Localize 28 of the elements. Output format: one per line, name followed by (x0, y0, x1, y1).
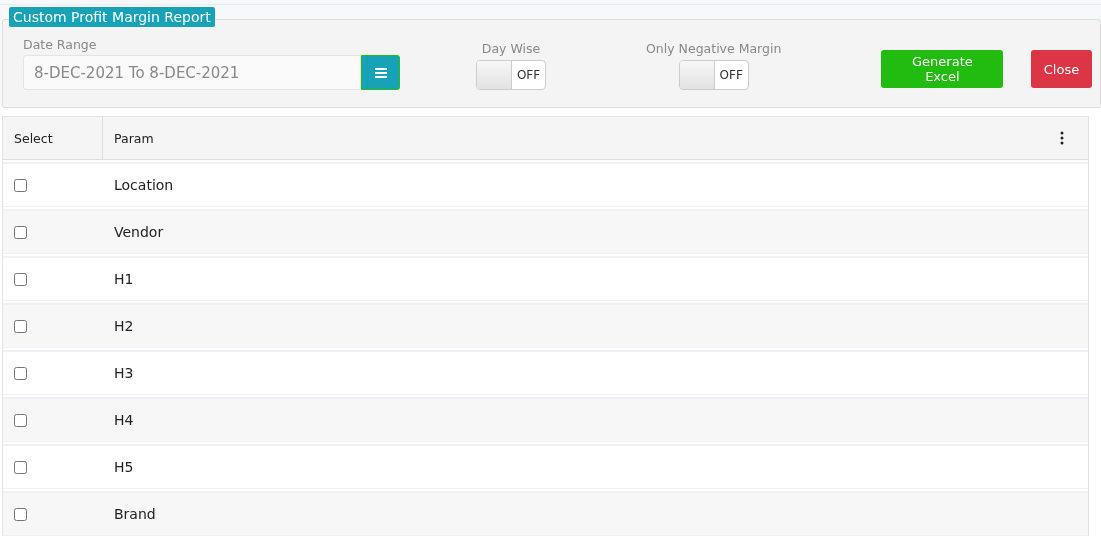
table-cell: H2 (114, 318, 134, 334)
more-options-icon[interactable] (1060, 131, 1064, 145)
row-checkbox[interactable] (14, 507, 27, 521)
row-checkbox[interactable] (14, 413, 27, 427)
table-cell: H5 (114, 459, 134, 475)
date-range-label: Date Range (23, 37, 98, 52)
table-cell: Location (114, 177, 174, 193)
toggle-label: Day Wise (481, 41, 541, 56)
row-checkbox[interactable] (14, 225, 27, 239)
table-cell: H3 (114, 365, 134, 381)
row-checkbox[interactable] (14, 272, 27, 286)
table-cell: Brand (114, 506, 156, 522)
toggle-label: Only Negative Margin (646, 41, 782, 56)
table-cell: Vendor (114, 224, 164, 240)
calendar-menu-button[interactable] (361, 55, 400, 90)
row-checkbox[interactable] (14, 460, 27, 474)
table-cell: H4 (114, 412, 134, 428)
close-button[interactable]: Close (1031, 50, 1092, 88)
row-checkbox[interactable] (14, 319, 27, 333)
row-checkbox[interactable] (14, 178, 27, 192)
menu-icon (374, 67, 387, 78)
column-header[interactable]: Select (3, 117, 103, 159)
report-title: Custom Profit Margin Report (9, 7, 215, 27)
toggle-switch[interactable]: OFF (678, 60, 749, 90)
row-checkbox[interactable] (14, 366, 27, 380)
table-cell: H1 (114, 271, 134, 287)
toggle-switch[interactable]: OFF (476, 60, 546, 90)
column-header[interactable]: Param (103, 130, 154, 146)
